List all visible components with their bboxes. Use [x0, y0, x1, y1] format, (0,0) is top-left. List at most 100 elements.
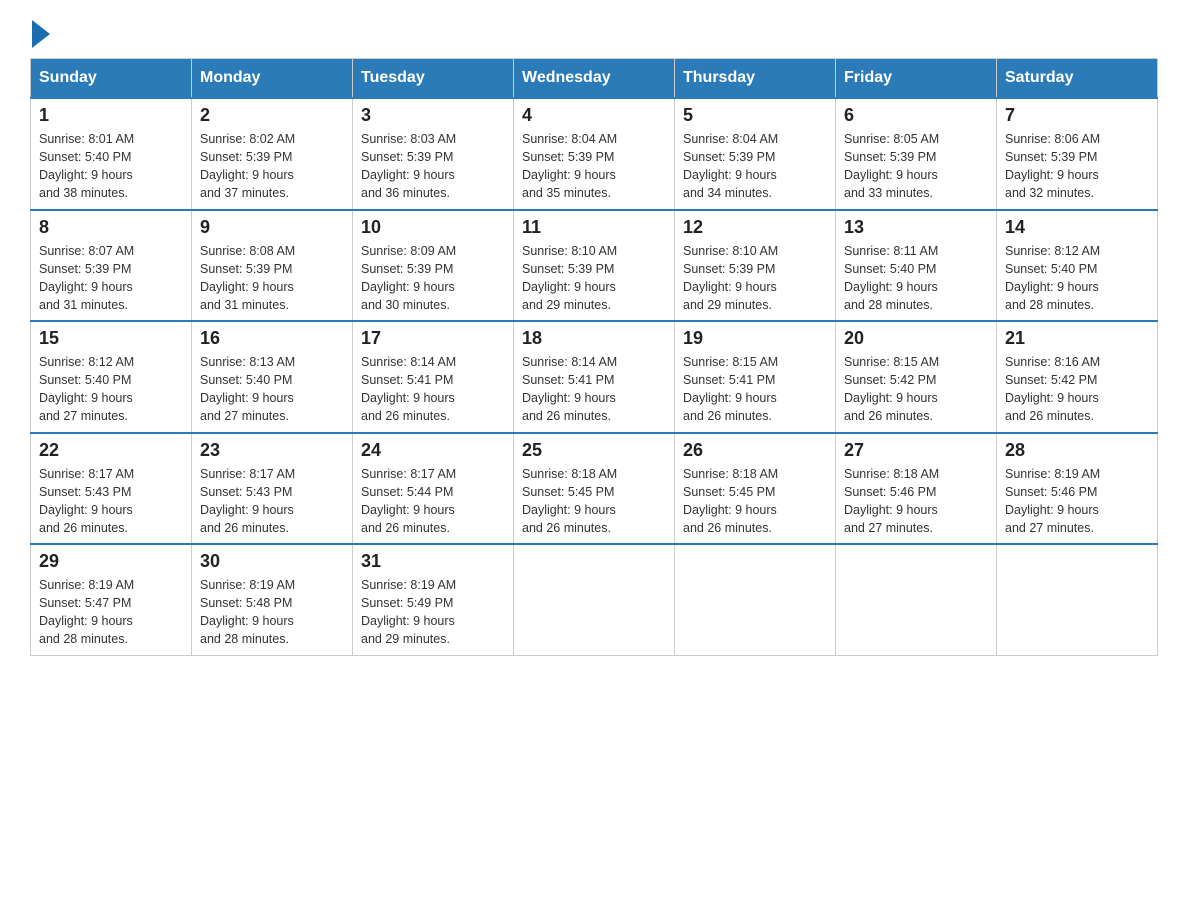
week-row-1: 1 Sunrise: 8:01 AM Sunset: 5:40 PM Dayli…: [31, 98, 1158, 210]
column-header-monday: Monday: [192, 59, 353, 99]
week-row-4: 22 Sunrise: 8:17 AM Sunset: 5:43 PM Dayl…: [31, 433, 1158, 545]
day-info: Sunrise: 8:14 AM Sunset: 5:41 PM Dayligh…: [361, 353, 505, 426]
day-info: Sunrise: 8:19 AM Sunset: 5:47 PM Dayligh…: [39, 576, 183, 649]
calendar-cell: 11 Sunrise: 8:10 AM Sunset: 5:39 PM Dayl…: [514, 210, 675, 322]
calendar-cell: 21 Sunrise: 8:16 AM Sunset: 5:42 PM Dayl…: [997, 321, 1158, 433]
calendar-cell: [514, 544, 675, 655]
week-row-5: 29 Sunrise: 8:19 AM Sunset: 5:47 PM Dayl…: [31, 544, 1158, 655]
calendar-cell: 23 Sunrise: 8:17 AM Sunset: 5:43 PM Dayl…: [192, 433, 353, 545]
day-info: Sunrise: 8:18 AM Sunset: 5:45 PM Dayligh…: [522, 465, 666, 538]
calendar-cell: 25 Sunrise: 8:18 AM Sunset: 5:45 PM Dayl…: [514, 433, 675, 545]
day-info: Sunrise: 8:16 AM Sunset: 5:42 PM Dayligh…: [1005, 353, 1149, 426]
day-info: Sunrise: 8:14 AM Sunset: 5:41 PM Dayligh…: [522, 353, 666, 426]
day-info: Sunrise: 8:18 AM Sunset: 5:46 PM Dayligh…: [844, 465, 988, 538]
column-header-friday: Friday: [836, 59, 997, 99]
day-number: 13: [844, 217, 988, 238]
day-number: 22: [39, 440, 183, 461]
day-number: 30: [200, 551, 344, 572]
day-number: 1: [39, 105, 183, 126]
calendar-cell: [836, 544, 997, 655]
calendar-cell: 18 Sunrise: 8:14 AM Sunset: 5:41 PM Dayl…: [514, 321, 675, 433]
column-header-wednesday: Wednesday: [514, 59, 675, 99]
day-info: Sunrise: 8:12 AM Sunset: 5:40 PM Dayligh…: [1005, 242, 1149, 315]
day-info: Sunrise: 8:02 AM Sunset: 5:39 PM Dayligh…: [200, 130, 344, 203]
day-number: 14: [1005, 217, 1149, 238]
day-info: Sunrise: 8:10 AM Sunset: 5:39 PM Dayligh…: [683, 242, 827, 315]
day-number: 16: [200, 328, 344, 349]
calendar-cell: 9 Sunrise: 8:08 AM Sunset: 5:39 PM Dayli…: [192, 210, 353, 322]
calendar-cell: [675, 544, 836, 655]
day-info: Sunrise: 8:05 AM Sunset: 5:39 PM Dayligh…: [844, 130, 988, 203]
day-info: Sunrise: 8:04 AM Sunset: 5:39 PM Dayligh…: [522, 130, 666, 203]
calendar-cell: 14 Sunrise: 8:12 AM Sunset: 5:40 PM Dayl…: [997, 210, 1158, 322]
day-number: 11: [522, 217, 666, 238]
calendar-cell: 3 Sunrise: 8:03 AM Sunset: 5:39 PM Dayli…: [353, 98, 514, 210]
day-info: Sunrise: 8:09 AM Sunset: 5:39 PM Dayligh…: [361, 242, 505, 315]
calendar-cell: 5 Sunrise: 8:04 AM Sunset: 5:39 PM Dayli…: [675, 98, 836, 210]
calendar-cell: 2 Sunrise: 8:02 AM Sunset: 5:39 PM Dayli…: [192, 98, 353, 210]
day-number: 27: [844, 440, 988, 461]
day-info: Sunrise: 8:18 AM Sunset: 5:45 PM Dayligh…: [683, 465, 827, 538]
day-info: Sunrise: 8:01 AM Sunset: 5:40 PM Dayligh…: [39, 130, 183, 203]
calendar-header-row: SundayMondayTuesdayWednesdayThursdayFrid…: [31, 59, 1158, 99]
day-number: 17: [361, 328, 505, 349]
calendar-cell: 26 Sunrise: 8:18 AM Sunset: 5:45 PM Dayl…: [675, 433, 836, 545]
column-header-thursday: Thursday: [675, 59, 836, 99]
day-number: 28: [1005, 440, 1149, 461]
day-info: Sunrise: 8:06 AM Sunset: 5:39 PM Dayligh…: [1005, 130, 1149, 203]
calendar-cell: 22 Sunrise: 8:17 AM Sunset: 5:43 PM Dayl…: [31, 433, 192, 545]
calendar-cell: 27 Sunrise: 8:18 AM Sunset: 5:46 PM Dayl…: [836, 433, 997, 545]
day-number: 15: [39, 328, 183, 349]
day-info: Sunrise: 8:13 AM Sunset: 5:40 PM Dayligh…: [200, 353, 344, 426]
week-row-3: 15 Sunrise: 8:12 AM Sunset: 5:40 PM Dayl…: [31, 321, 1158, 433]
column-header-saturday: Saturday: [997, 59, 1158, 99]
calendar-cell: 17 Sunrise: 8:14 AM Sunset: 5:41 PM Dayl…: [353, 321, 514, 433]
day-info: Sunrise: 8:17 AM Sunset: 5:43 PM Dayligh…: [39, 465, 183, 538]
day-number: 5: [683, 105, 827, 126]
day-info: Sunrise: 8:19 AM Sunset: 5:48 PM Dayligh…: [200, 576, 344, 649]
calendar-cell: 15 Sunrise: 8:12 AM Sunset: 5:40 PM Dayl…: [31, 321, 192, 433]
day-info: Sunrise: 8:10 AM Sunset: 5:39 PM Dayligh…: [522, 242, 666, 315]
day-number: 23: [200, 440, 344, 461]
calendar-cell: 1 Sunrise: 8:01 AM Sunset: 5:40 PM Dayli…: [31, 98, 192, 210]
calendar-cell: 8 Sunrise: 8:07 AM Sunset: 5:39 PM Dayli…: [31, 210, 192, 322]
calendar-cell: 20 Sunrise: 8:15 AM Sunset: 5:42 PM Dayl…: [836, 321, 997, 433]
column-header-tuesday: Tuesday: [353, 59, 514, 99]
day-info: Sunrise: 8:19 AM Sunset: 5:46 PM Dayligh…: [1005, 465, 1149, 538]
day-info: Sunrise: 8:17 AM Sunset: 5:44 PM Dayligh…: [361, 465, 505, 538]
calendar-cell: 7 Sunrise: 8:06 AM Sunset: 5:39 PM Dayli…: [997, 98, 1158, 210]
day-info: Sunrise: 8:19 AM Sunset: 5:49 PM Dayligh…: [361, 576, 505, 649]
day-number: 24: [361, 440, 505, 461]
day-number: 31: [361, 551, 505, 572]
calendar-cell: 19 Sunrise: 8:15 AM Sunset: 5:41 PM Dayl…: [675, 321, 836, 433]
calendar-cell: 6 Sunrise: 8:05 AM Sunset: 5:39 PM Dayli…: [836, 98, 997, 210]
day-number: 25: [522, 440, 666, 461]
day-number: 4: [522, 105, 666, 126]
calendar-cell: 24 Sunrise: 8:17 AM Sunset: 5:44 PM Dayl…: [353, 433, 514, 545]
calendar-cell: 28 Sunrise: 8:19 AM Sunset: 5:46 PM Dayl…: [997, 433, 1158, 545]
day-number: 2: [200, 105, 344, 126]
calendar-cell: 13 Sunrise: 8:11 AM Sunset: 5:40 PM Dayl…: [836, 210, 997, 322]
day-number: 18: [522, 328, 666, 349]
day-number: 8: [39, 217, 183, 238]
day-info: Sunrise: 8:17 AM Sunset: 5:43 PM Dayligh…: [200, 465, 344, 538]
calendar-cell: 16 Sunrise: 8:13 AM Sunset: 5:40 PM Dayl…: [192, 321, 353, 433]
day-info: Sunrise: 8:03 AM Sunset: 5:39 PM Dayligh…: [361, 130, 505, 203]
calendar-cell: 12 Sunrise: 8:10 AM Sunset: 5:39 PM Dayl…: [675, 210, 836, 322]
column-header-sunday: Sunday: [31, 59, 192, 99]
logo: [30, 20, 50, 48]
page-header: [30, 20, 1158, 48]
calendar-cell: 29 Sunrise: 8:19 AM Sunset: 5:47 PM Dayl…: [31, 544, 192, 655]
day-number: 12: [683, 217, 827, 238]
day-info: Sunrise: 8:11 AM Sunset: 5:40 PM Dayligh…: [844, 242, 988, 315]
logo-triangle-icon: [32, 20, 50, 48]
day-number: 9: [200, 217, 344, 238]
day-info: Sunrise: 8:08 AM Sunset: 5:39 PM Dayligh…: [200, 242, 344, 315]
calendar-cell: 30 Sunrise: 8:19 AM Sunset: 5:48 PM Dayl…: [192, 544, 353, 655]
day-number: 7: [1005, 105, 1149, 126]
day-info: Sunrise: 8:07 AM Sunset: 5:39 PM Dayligh…: [39, 242, 183, 315]
day-number: 29: [39, 551, 183, 572]
calendar-cell: 31 Sunrise: 8:19 AM Sunset: 5:49 PM Dayl…: [353, 544, 514, 655]
day-number: 21: [1005, 328, 1149, 349]
week-row-2: 8 Sunrise: 8:07 AM Sunset: 5:39 PM Dayli…: [31, 210, 1158, 322]
